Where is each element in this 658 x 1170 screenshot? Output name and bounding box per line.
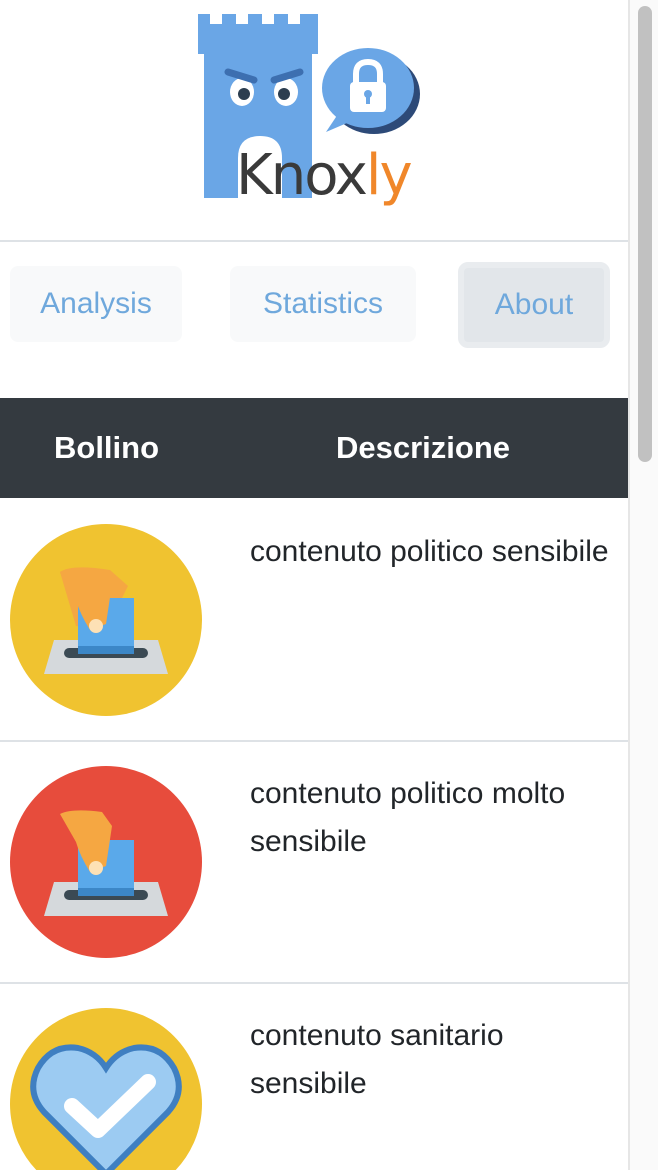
vertical-scrollbar[interactable] bbox=[628, 0, 658, 1170]
row-description: contenuto politico sensibile bbox=[250, 535, 609, 568]
nav-analysis-button[interactable]: Analysis bbox=[10, 266, 182, 342]
heart-check-icon bbox=[10, 1008, 202, 1170]
row-description: contenuto sanitario sensibile bbox=[250, 1019, 504, 1100]
table-row: contenuto politico sensibile bbox=[0, 500, 628, 742]
page: Knoxly Analysis Statistics About Bollino… bbox=[0, 0, 658, 1170]
nav-about-button[interactable]: About bbox=[458, 262, 610, 348]
main-nav: Analysis Statistics About bbox=[0, 262, 628, 352]
row-description: contenuto politico molto sensibile bbox=[250, 777, 566, 858]
scrollbar-thumb[interactable] bbox=[638, 6, 652, 462]
table-row: contenuto sanitario sensibile bbox=[0, 984, 628, 1170]
table-row: contenuto politico molto sensibile bbox=[0, 742, 628, 984]
header-logo-area: Knoxly bbox=[0, 0, 628, 240]
column-header-descrizione: Descrizione bbox=[336, 430, 511, 465]
main-content: Knoxly Analysis Statistics About Bollino… bbox=[0, 0, 628, 1170]
ballot-box-icon bbox=[10, 766, 202, 958]
logo-wordmark-main: Knox bbox=[236, 143, 368, 208]
logo-wordmark-accent: ly bbox=[365, 143, 413, 208]
ballot-box-icon bbox=[10, 524, 202, 716]
header-divider bbox=[0, 240, 628, 242]
table-header: Bollino Descrizione bbox=[0, 398, 628, 498]
logo-wordmark: Knoxly bbox=[236, 148, 413, 204]
nav-statistics-button[interactable]: Statistics bbox=[230, 266, 416, 342]
column-header-bollino: Bollino bbox=[54, 430, 160, 465]
